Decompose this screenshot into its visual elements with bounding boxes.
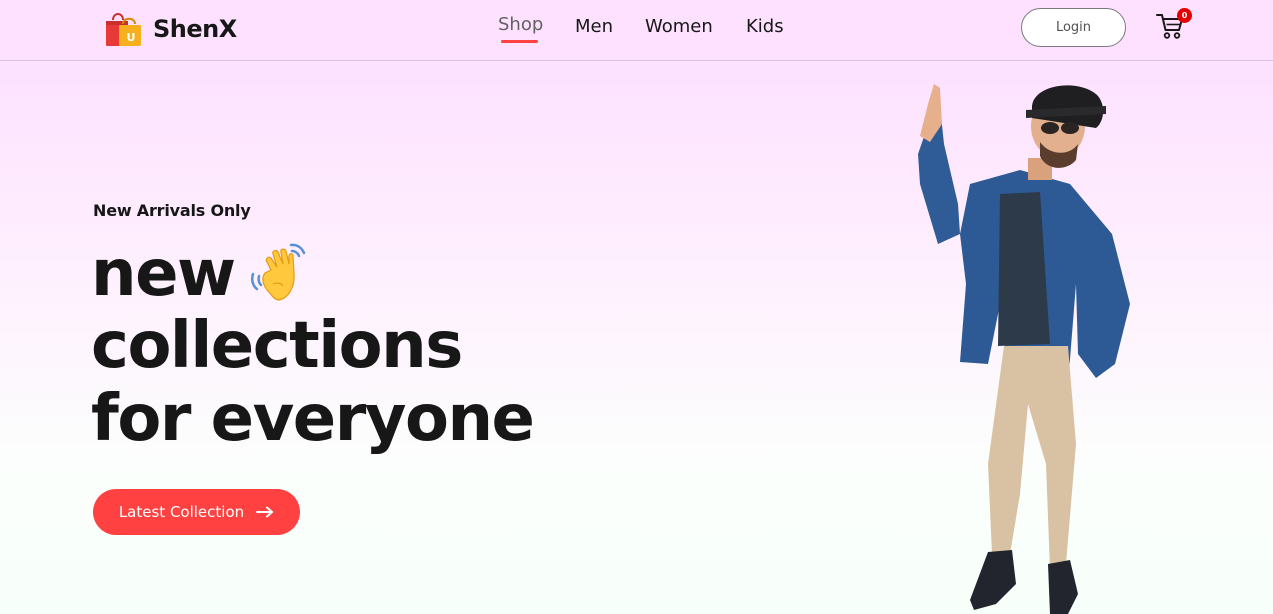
hero-title-line-2: collections [91, 309, 463, 383]
shopping-bags-icon: U [106, 13, 141, 46]
hero-title-line-3: for everyone [91, 382, 535, 456]
nav-item-kids[interactable]: Kids [746, 16, 784, 37]
cart-button[interactable]: 0 [1155, 8, 1192, 41]
login-button[interactable]: Login [1021, 8, 1126, 47]
latest-collection-label: Latest Collection [118, 503, 245, 521]
nav-item-shop[interactable]: Shop [498, 14, 543, 35]
hero-model-image [918, 84, 1130, 614]
nav-item-men[interactable]: Men [575, 16, 613, 37]
arrow-right-icon [256, 506, 274, 518]
hero-tagline: New Arrivals Only [93, 201, 251, 220]
hero-title-line-1: new [91, 237, 236, 311]
waving-hand-icon [250, 243, 306, 301]
nav-active-indicator [501, 40, 538, 43]
svg-text:U: U [127, 31, 136, 44]
nav-item-women[interactable]: Women [645, 16, 713, 37]
brand-logo[interactable]: U ShenX [104, 10, 237, 48]
brand-name: ShenX [153, 15, 237, 43]
latest-collection-button[interactable]: Latest Collection [93, 489, 300, 535]
cart-count-badge: 0 [1177, 8, 1192, 23]
navbar: U ShenX Shop Men Women Kids Login 0 [0, 0, 1273, 61]
